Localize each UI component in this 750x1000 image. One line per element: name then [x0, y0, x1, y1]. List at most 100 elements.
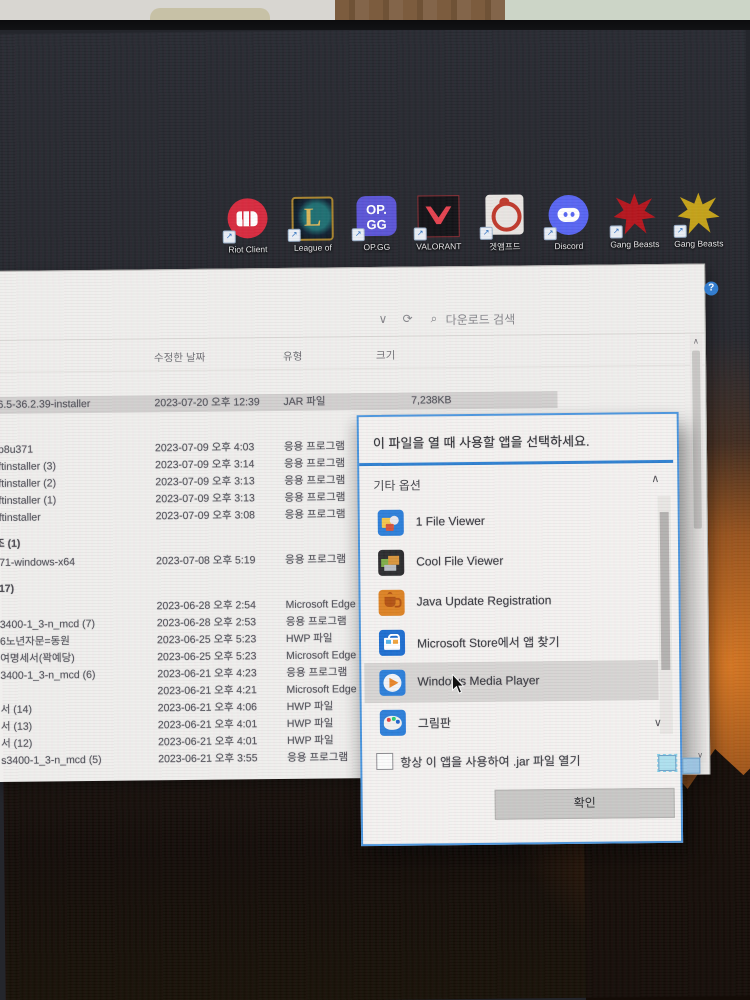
shortcut-label: League of: [293, 242, 332, 253]
valorant-icon: ↗: [413, 195, 460, 241]
one-file-viewer-icon: [377, 509, 404, 536]
app-option-windows-media-player[interactable]: Windows Media Player: [364, 660, 659, 704]
file-name: s3400-1_3-n_mcd (5): [1, 753, 102, 767]
opgg-icon: OP. GG ↗: [351, 195, 397, 242]
screen-content: ↗ Riot Client L ↗ League of OP. GG ↗ OP.G…: [0, 30, 750, 1000]
riot-client-icon: ↗: [222, 198, 268, 244]
windows-media-player-icon: [379, 669, 406, 696]
file-date: 2023-06-21 오후 4:01: [157, 735, 258, 749]
file-name: 서 (12): [0, 737, 33, 750]
shortcut-arrow-icon: ↗: [351, 228, 365, 242]
chevron-up-icon[interactable]: ∧: [651, 472, 659, 485]
help-icon[interactable]: ?: [704, 281, 719, 296]
mini-desktop-icon[interactable]: [682, 757, 701, 774]
app-option-label: Microsoft Store에서 앱 찾기: [416, 635, 560, 651]
paint-icon: [379, 709, 406, 736]
java-update-icon: [378, 589, 405, 616]
shortcut-arrow-icon: ↗: [673, 224, 687, 238]
file-date: 2023-07-08 오후 5:19: [156, 554, 256, 568]
file-name: 서 (14): [0, 703, 33, 716]
file-date: 2023-07-09 오후 3:13: [155, 475, 255, 489]
file-date: 2023-07-20 오후 12:39: [154, 396, 260, 410]
cool-file-viewer-icon: [378, 549, 405, 576]
shortcut-label: Riot Client: [228, 244, 268, 255]
gang-beasts-red-icon: ↗: [609, 193, 655, 239]
shortcut-arrow-icon: ↗: [543, 227, 557, 241]
app-option-label: Java Update Registration: [416, 593, 552, 609]
always-use-checkbox-label: 항상 이 앱을 사용하여 .jar 파일 열기: [400, 753, 581, 770]
shortcut-label: Discord: [554, 240, 584, 252]
app-option-cool-file-viewer[interactable]: Cool File Viewer: [363, 540, 657, 583]
ok-button[interactable]: 확인: [494, 787, 675, 820]
desktop-shortcut-valorant[interactable]: ↗ VALORANT: [407, 195, 470, 252]
file-name: p8u371: [0, 443, 34, 456]
file-date: 2023-06-21 오후 4:23: [157, 667, 257, 681]
file-date: 2023-06-25 오후 5:23: [156, 633, 257, 647]
file-name: ftinstaller (2): [0, 477, 57, 490]
dialog-title: 이 파일을 열 때 사용할 앱을 선택하세요.: [372, 433, 590, 452]
file-name: 6노년자문=동원: [0, 635, 70, 648]
file-name: ftinstaller (1): [0, 494, 57, 507]
discord-icon: ↗: [543, 194, 589, 241]
microsoft-store-icon: [378, 629, 406, 656]
file-size: 7,238KB: [411, 394, 452, 407]
file-name: 서 (13): [0, 720, 33, 733]
app-option-label: Cool File Viewer: [416, 553, 504, 569]
file-name: 6.5-36.2.39-installer: [0, 397, 91, 411]
app-option-java-update-registration[interactable]: Java Update Registration: [363, 580, 657, 623]
shortcut-label: Gang Beasts: [674, 238, 724, 249]
file-date: 2023-07-09 오후 4:03: [154, 441, 255, 455]
group-header[interactable]: ): [0, 420, 294, 440]
file-date: 2023-06-28 오후 2:54: [156, 599, 256, 613]
app-option-1-file-viewer[interactable]: 1 File Viewer: [363, 500, 657, 543]
dialog-scrollbar-thumb[interactable]: [659, 511, 671, 671]
desktop-shortcut-league-of-legends[interactable]: L ↗ League of: [281, 196, 344, 253]
shortcut-arrow-icon: ↗: [609, 225, 623, 239]
app-option-paint[interactable]: 그림판: [365, 700, 659, 743]
mouse-cursor: [451, 674, 465, 694]
shortcut-arrow-icon: ↗: [222, 230, 236, 244]
file-date: 2023-07-09 오후 3:14: [155, 458, 255, 472]
file-date: 2023-06-21 오후 4:21: [157, 684, 257, 698]
group-header[interactable]: (17): [0, 578, 296, 598]
app-option-label: 1 File Viewer: [415, 513, 485, 529]
shortcut-label: VALORANT: [416, 241, 462, 252]
desktop-shortcut-getamped[interactable]: ↗ 겟앰프드: [473, 194, 536, 253]
shortcut-label: OP.GG: [363, 241, 391, 253]
file-row[interactable]: 6.5-36.2.39-installer 2023-07-20 오후 12:39…: [0, 391, 558, 415]
file-date: 2023-06-25 오후 5:23: [157, 650, 257, 664]
open-with-dialog: 이 파일을 열 때 사용할 앱을 선택하세요. 기타 옵션 ∧ 1 File V…: [356, 411, 684, 847]
file-date: 2023-06-21 오후 3:55: [158, 752, 258, 766]
app-option-label: 그림판: [417, 716, 452, 731]
file-date: 2023-07-09 오후 3:08: [155, 509, 256, 523]
app-option-label: Windows Media Player: [417, 673, 540, 689]
shortcut-arrow-icon: ↗: [287, 228, 301, 242]
chevron-down-icon[interactable]: ∨: [654, 716, 662, 729]
file-name: 3400-1_3-n_mcd (7): [0, 617, 96, 631]
app-option-microsoft-store[interactable]: Microsoft Store에서 앱 찾기: [364, 620, 658, 663]
monitor-screen: ↗ Riot Client L ↗ League of OP. GG ↗ OP.G…: [0, 30, 750, 1000]
desktop-shortcut-opgg[interactable]: OP. GG ↗ OP.GG: [345, 195, 408, 253]
shortcut-label: Gang Beasts: [610, 239, 660, 250]
file-date: 2023-06-21 오후 4:06: [157, 701, 258, 715]
desktop-shortcut-gang-beasts-1[interactable]: ↗ Gang Beasts: [603, 193, 666, 250]
scroll-up-icon[interactable]: ∧: [690, 335, 702, 349]
group-header[interactable]: 조 (1): [0, 533, 295, 553]
file-date: 2023-07-09 오후 3:13: [155, 492, 255, 506]
desktop-shortcut-discord[interactable]: ↗ Discord: [537, 194, 600, 252]
desktop-shortcut-gang-beasts-2[interactable]: ↗ Gang Beasts: [667, 192, 730, 249]
file-name: 71-windows-x64: [0, 556, 76, 569]
mini-desktop-icon-selected[interactable]: [657, 753, 678, 773]
file-date: 2023-06-28 오후 2:53: [156, 616, 257, 630]
file-date: 2023-06-21 오후 4:01: [157, 718, 258, 732]
getamped-icon: ↗: [479, 194, 525, 240]
file-name: ftinstaller: [0, 511, 41, 524]
shortcut-arrow-icon: ↗: [479, 226, 493, 240]
file-name: 3400-1_3-n_mcd (6): [0, 668, 96, 682]
always-use-checkbox[interactable]: [376, 752, 394, 771]
desktop-shortcut-riot-client[interactable]: ↗ Riot Client: [216, 197, 279, 255]
shortcut-label: 겟앰프드: [489, 241, 521, 252]
league-of-legends-icon: L ↗: [287, 196, 334, 242]
shortcut-arrow-icon: ↗: [413, 227, 427, 241]
dialog-accent-divider: [359, 459, 674, 467]
